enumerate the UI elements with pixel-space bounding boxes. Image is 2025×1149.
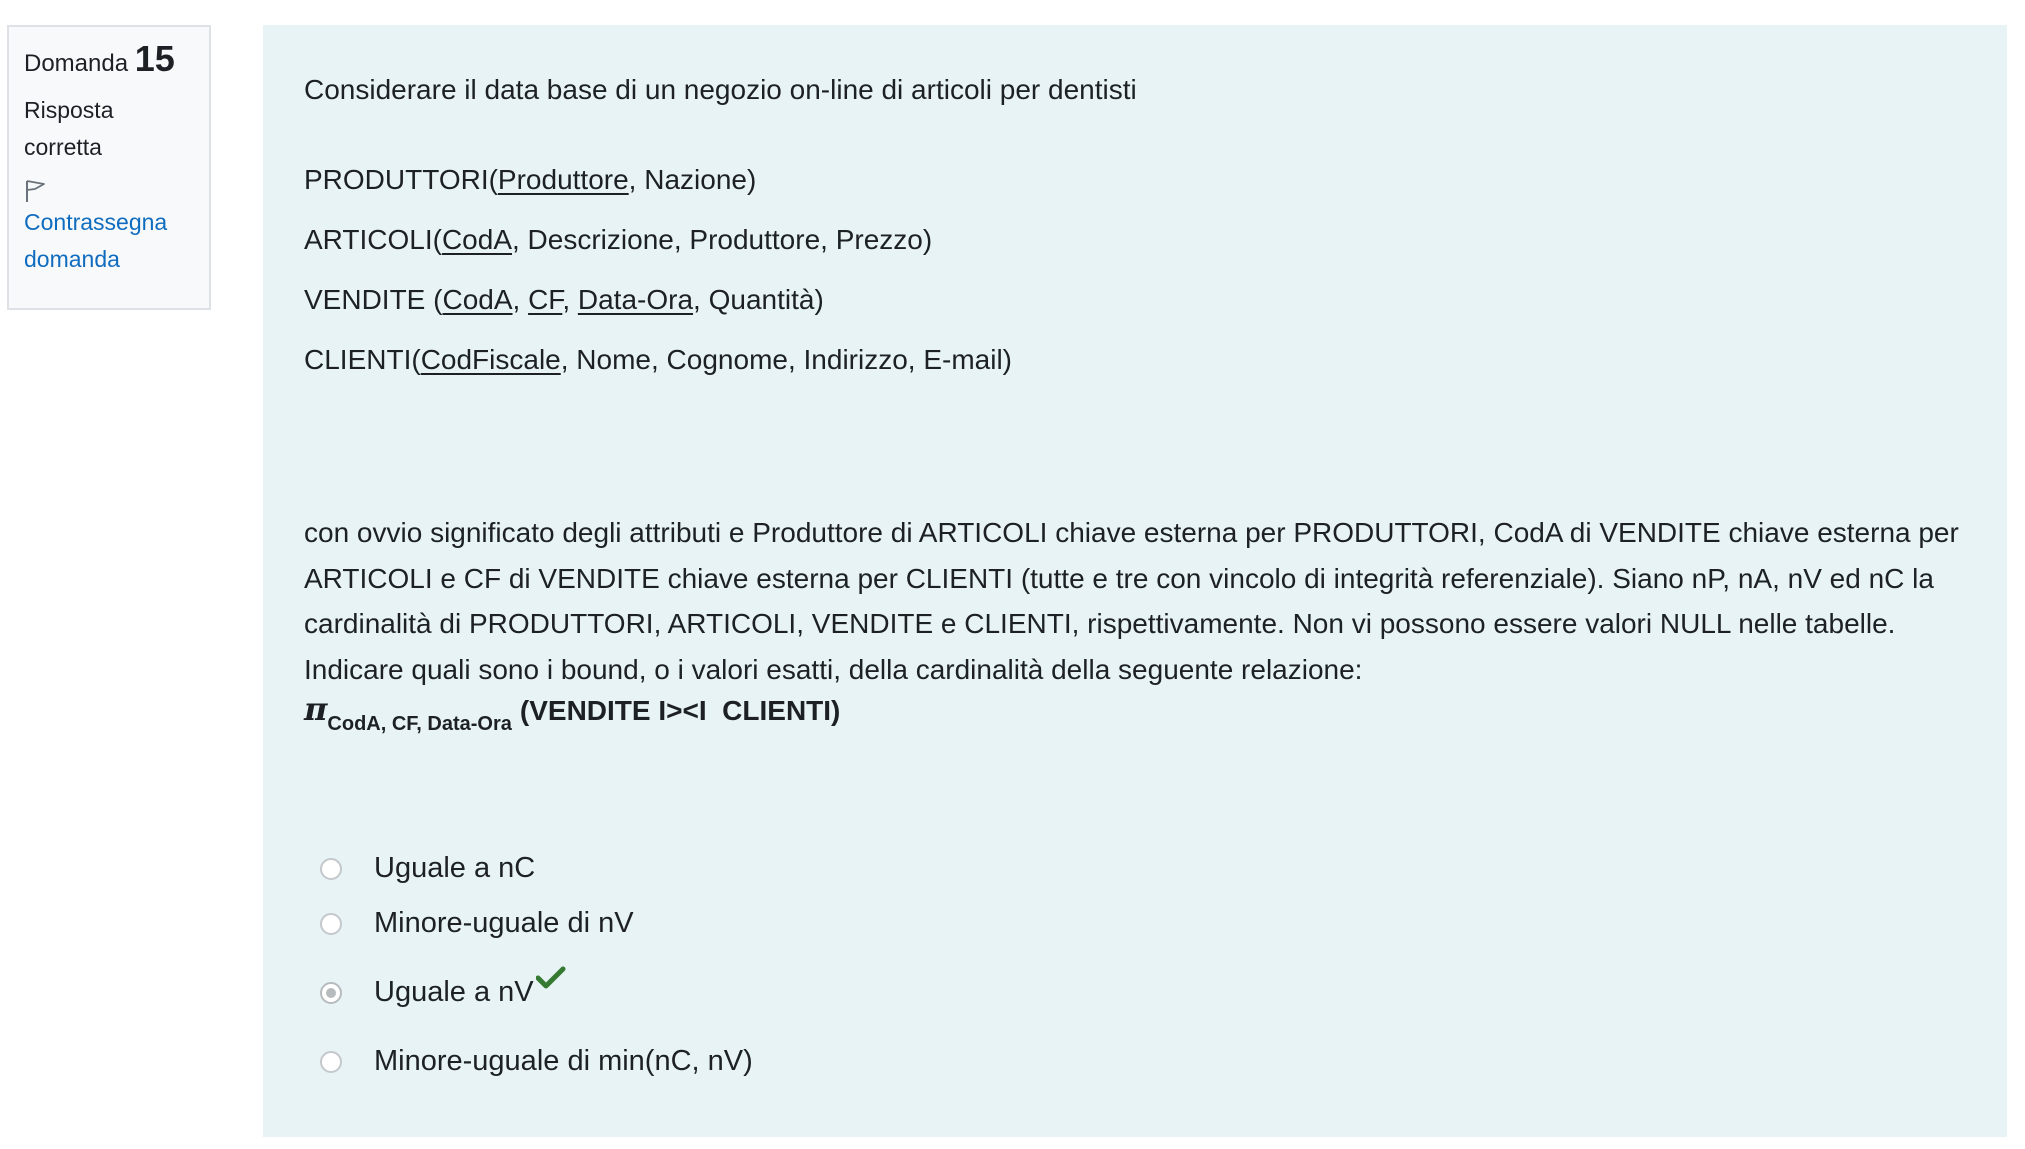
question-paragraph: con ovvio significato degli attributi e … bbox=[304, 517, 1959, 685]
radio-button[interactable] bbox=[320, 857, 342, 880]
formula-expression: (VENDITE I><I CLIENTI) bbox=[519, 695, 841, 726]
projection-attributes: CodA, CF, Data-Ora bbox=[327, 713, 512, 735]
state-line-1: Risposta bbox=[24, 97, 114, 123]
schema-rest: , Nome, Cognome, Indirizzo, E-mail) bbox=[560, 344, 1013, 375]
question-number-row: Domanda 15 bbox=[24, 41, 209, 82]
schema-separator: , bbox=[512, 284, 529, 315]
question-number: 15 bbox=[134, 38, 175, 79]
schema-vendite: VENDITE (CodA, CF, Data-Ora, Quantità) bbox=[304, 277, 1984, 322]
schema-key: CodFiscale bbox=[420, 344, 561, 375]
relational-formula: πCodA, CF, Data-Ora (VENDITE I><I CLIENTI… bbox=[304, 690, 841, 735]
question-text: Considerare il data base di un negozio o… bbox=[304, 67, 1984, 382]
question-content: Considerare il data base di un negozio o… bbox=[263, 25, 2007, 1137]
flag-question-link[interactable]: Contrassegna domanda bbox=[24, 204, 194, 278]
schema-key: CF bbox=[528, 284, 563, 315]
flag-icon[interactable] bbox=[24, 178, 48, 204]
schema-rest: , Descrizione, Produttore, Prezzo) bbox=[512, 224, 933, 255]
schema-name: CLIENTI( bbox=[304, 344, 421, 375]
question-info-panel: Domanda 15 Risposta corretta Contrassegn… bbox=[7, 25, 211, 310]
schema-name: PRODUTTORI( bbox=[304, 164, 498, 195]
answer-option-4[interactable]: Minore-uguale di min(nC, nV) bbox=[320, 1045, 753, 1078]
flag-link-line-2[interactable]: domanda bbox=[24, 241, 194, 278]
schema-key: Produttore bbox=[497, 164, 629, 195]
answer-label: Minore-uguale di nV bbox=[374, 907, 634, 939]
answer-label: Minore-uguale di min(nC, nV) bbox=[374, 1045, 753, 1077]
question-intro: Considerare il data base di un negozio o… bbox=[304, 74, 1137, 105]
answer-option-2[interactable]: Minore-uguale di nV bbox=[320, 907, 634, 940]
state-line-2: corretta bbox=[24, 134, 102, 160]
question-label: Domanda bbox=[24, 50, 129, 77]
answer-label: Uguale a nC bbox=[374, 852, 536, 884]
question-state: Risposta corretta bbox=[24, 92, 184, 166]
schema-name: VENDITE ( bbox=[304, 284, 443, 315]
answer-option-1[interactable]: Uguale a nC bbox=[320, 852, 535, 885]
answer-text: Uguale a nV bbox=[374, 976, 534, 1008]
projection-symbol: π bbox=[304, 690, 328, 728]
schema-name: ARTICOLI( bbox=[304, 224, 442, 255]
schema-key: Data-Ora bbox=[577, 284, 694, 315]
radio-button[interactable] bbox=[320, 1050, 342, 1073]
radio-button[interactable] bbox=[320, 912, 342, 935]
schema-rest: , Nazione) bbox=[628, 164, 757, 195]
schema-clienti: CLIENTI(CodFiscale, Nome, Cognome, Indir… bbox=[304, 337, 1984, 382]
schema-rest: , Quantità) bbox=[693, 284, 824, 315]
schema-key: CodA bbox=[442, 284, 513, 315]
schema-articoli: ARTICOLI(CodA, Descrizione, Produttore, … bbox=[304, 217, 1984, 262]
flag-link-line-1[interactable]: Contrassegna bbox=[24, 204, 194, 241]
schema-produttori: PRODUTTORI(Produttore, Nazione) bbox=[304, 157, 1984, 202]
radio-button-selected[interactable] bbox=[320, 981, 342, 1004]
schema-key: CodA bbox=[441, 224, 512, 255]
schema-separator: , bbox=[562, 284, 578, 315]
check-icon bbox=[535, 966, 566, 989]
answer-option-3[interactable]: Uguale a nV bbox=[320, 966, 566, 1009]
answer-label: Uguale a nV bbox=[374, 966, 566, 1009]
